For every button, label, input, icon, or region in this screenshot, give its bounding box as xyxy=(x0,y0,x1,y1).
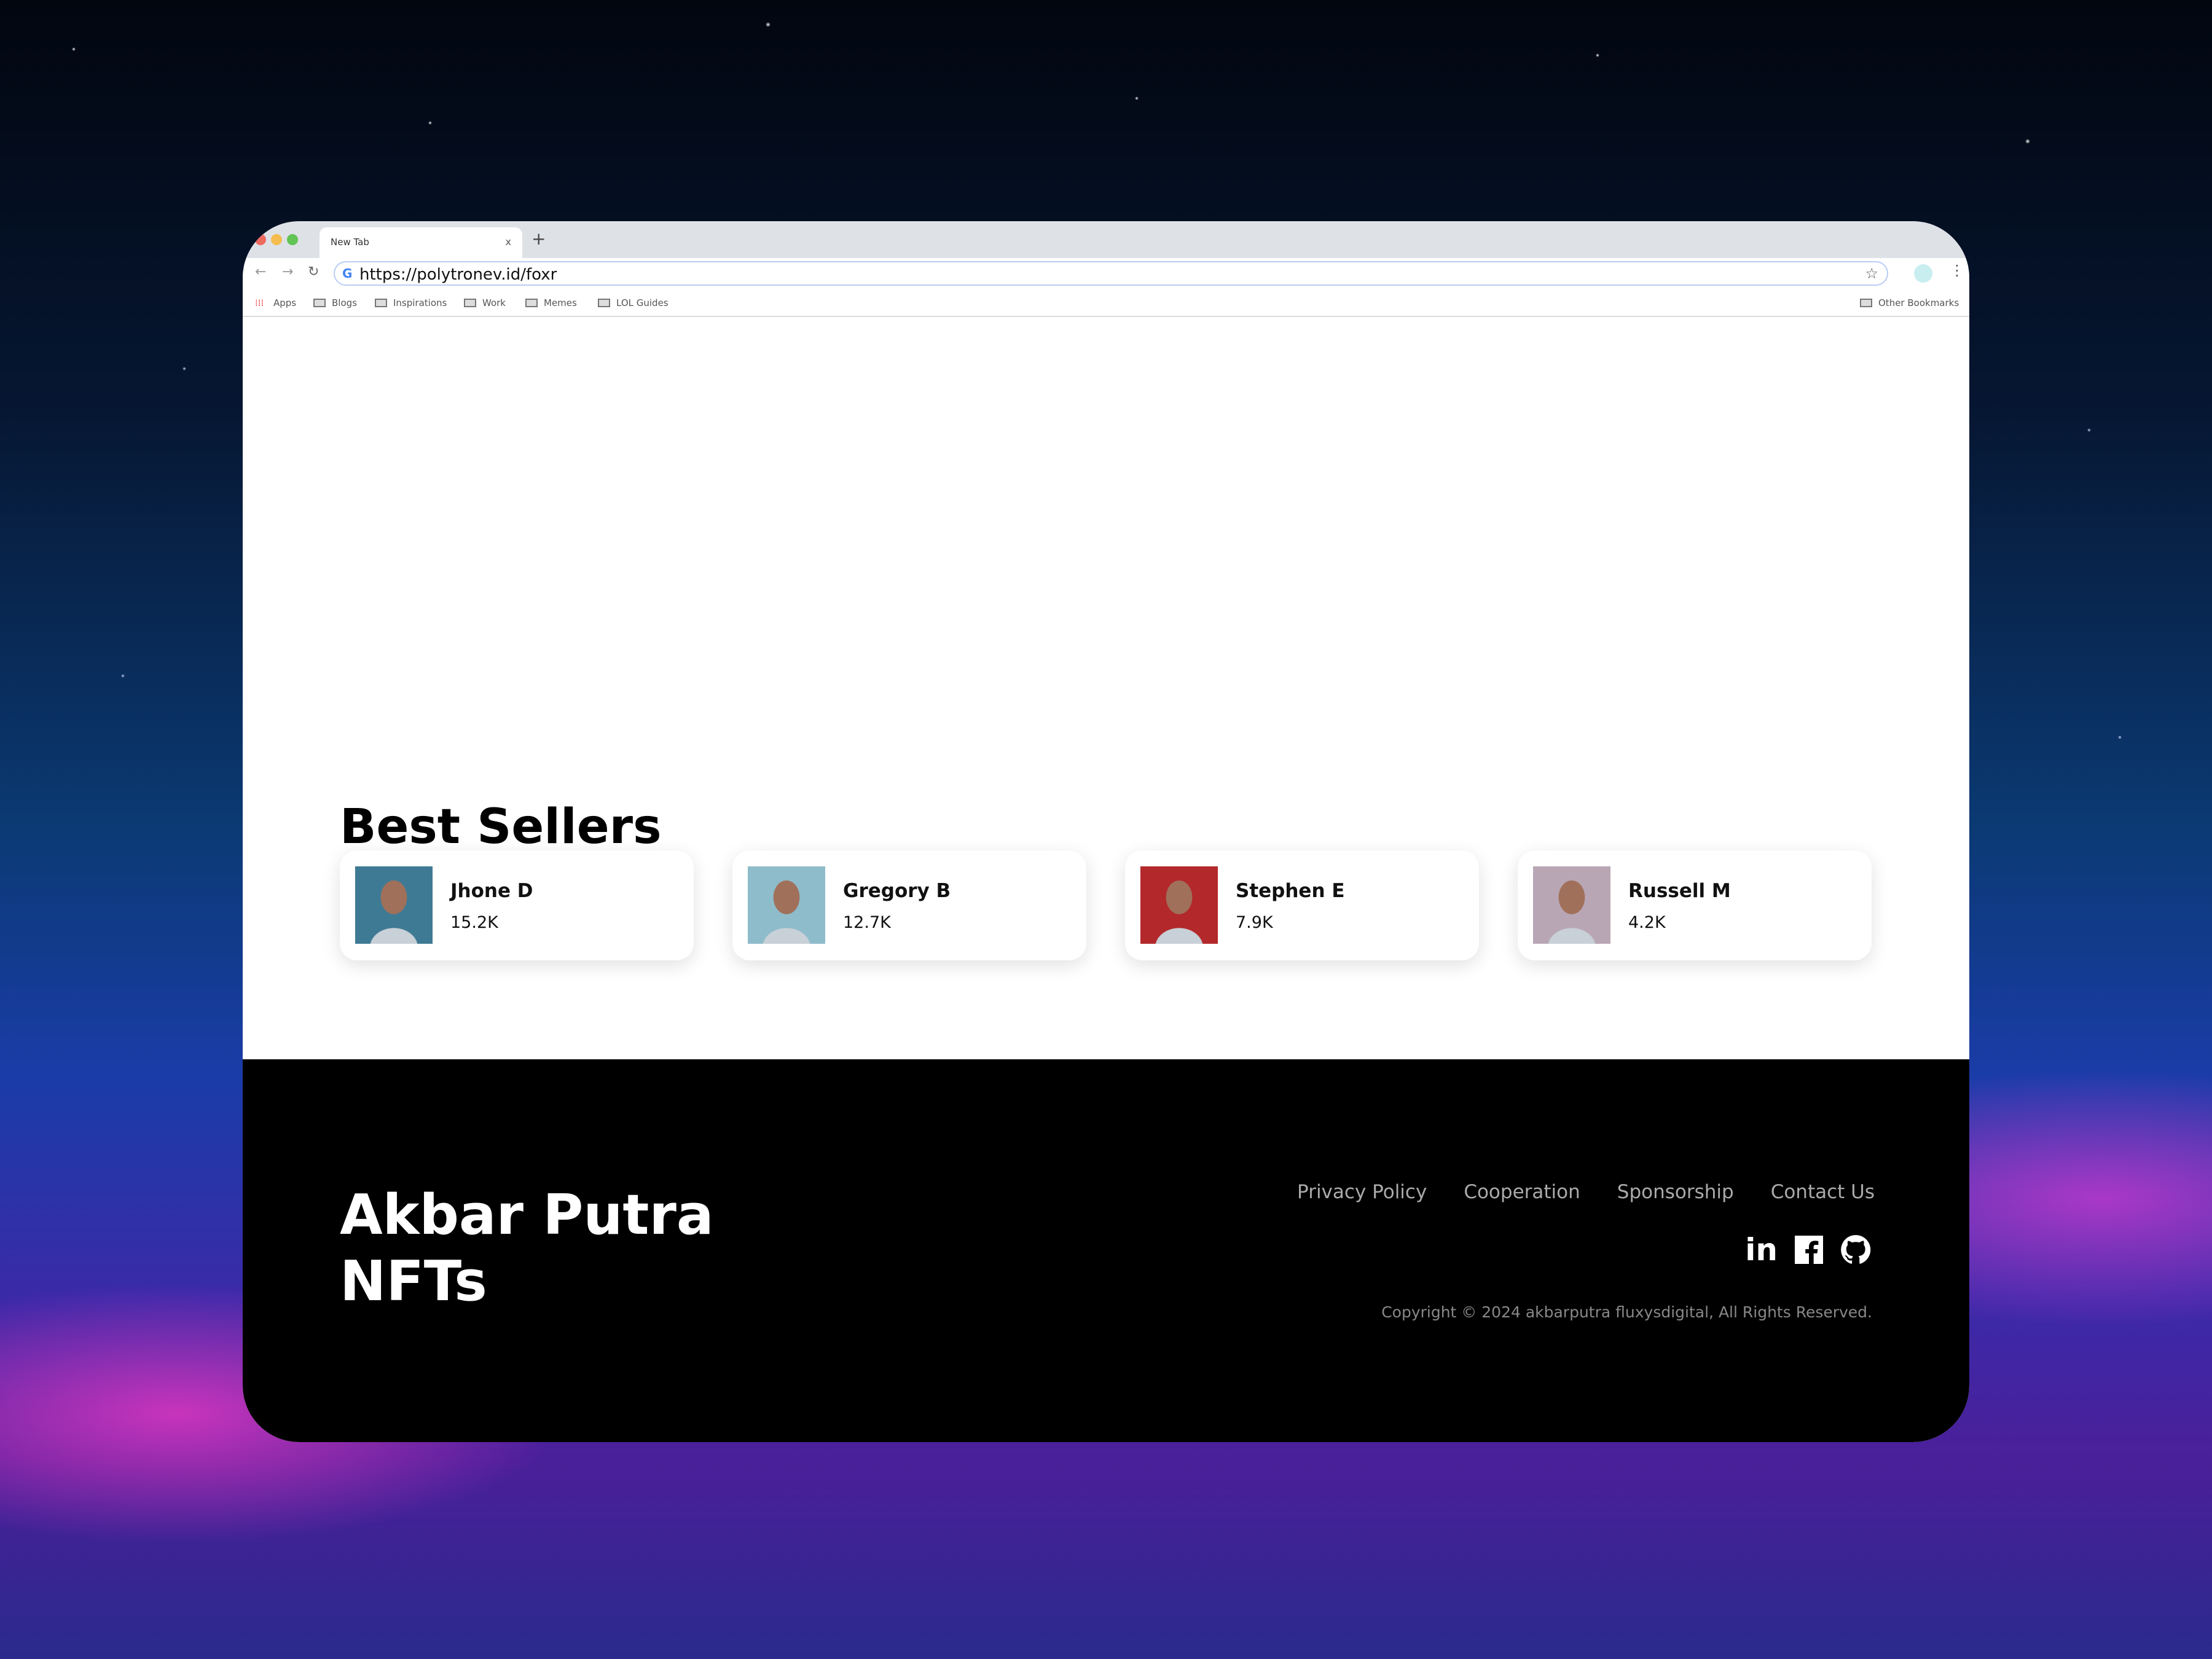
folder-icon xyxy=(525,299,538,307)
bookmark-star-icon[interactable]: ☆ xyxy=(1865,265,1878,282)
seller-card[interactable]: Gregory B 12.7K xyxy=(732,850,1086,960)
seller-avatar xyxy=(1140,866,1218,944)
seller-name: Russell M xyxy=(1628,880,1731,902)
sponsorship-link[interactable]: Sponsorship xyxy=(1617,1181,1734,1203)
folder-icon xyxy=(1860,299,1872,307)
social-icons: in xyxy=(1745,1234,1871,1265)
github-icon[interactable] xyxy=(1840,1234,1871,1265)
maximize-window-button[interactable] xyxy=(287,234,298,245)
menu-icon[interactable]: ⋮ xyxy=(1950,262,1964,279)
bookmark-inspirations[interactable]: Inspirations xyxy=(375,297,447,308)
contact-us-link[interactable]: Contact Us xyxy=(1771,1181,1875,1203)
footer-links: Privacy Policy Cooperation Sponsorship C… xyxy=(1297,1181,1875,1203)
facebook-icon[interactable] xyxy=(1795,1236,1823,1264)
bookmark-memes[interactable]: Memes xyxy=(525,297,577,308)
seller-avatar xyxy=(748,866,825,944)
seller-value: 7.9K xyxy=(1236,913,1273,932)
tab-title: New Tab xyxy=(331,237,369,248)
page-content: Best Sellers Jhone D 15.2K Gregory B 12.7K… xyxy=(243,317,1969,1057)
seller-name: Gregory B xyxy=(843,880,951,902)
seller-avatar xyxy=(1533,866,1610,944)
seller-name: Stephen E xyxy=(1236,880,1345,902)
address-bar[interactable]: Ghttps://polytronev.id/foxr ☆ xyxy=(334,261,1888,286)
linkedin-icon[interactable]: in xyxy=(1745,1234,1778,1265)
seller-card[interactable]: Russell M 4.2K xyxy=(1518,850,1872,960)
section-heading: Best Sellers xyxy=(340,799,662,855)
bookmark-blogs[interactable]: Blogs xyxy=(313,297,357,308)
seller-value: 12.7K xyxy=(843,913,891,932)
footer-brand: Akbar Putra NFTs xyxy=(340,1183,714,1314)
close-tab-icon[interactable]: x xyxy=(506,236,511,248)
bookmark-lol-guides[interactable]: LOL Guides xyxy=(598,297,669,308)
new-tab-button[interactable]: + xyxy=(531,229,546,249)
profile-avatar[interactable] xyxy=(1914,264,1932,283)
bookmark-apps[interactable]: Apps xyxy=(273,297,296,308)
apps-icon: ⁞⁞⁞ xyxy=(255,297,264,308)
close-window-button[interactable] xyxy=(255,234,266,245)
privacy-policy-link[interactable]: Privacy Policy xyxy=(1297,1181,1427,1203)
other-bookmarks[interactable]: Other Bookmarks xyxy=(1860,297,1959,308)
seller-value: 15.2K xyxy=(450,913,498,932)
address-row: ← → ↻ Ghttps://polytronev.id/foxr ☆ ⋮ xyxy=(243,258,1969,289)
minimize-window-button[interactable] xyxy=(271,234,282,245)
tab-bar: New Tab x + xyxy=(243,221,1969,258)
seller-name: Jhone D xyxy=(450,880,533,902)
url-text: https://polytronev.id/foxr xyxy=(359,265,557,284)
browser-window: New Tab x + ← → ↻ Ghttps://polytronev.id/… xyxy=(243,221,1969,1442)
bookmark-work[interactable]: Work xyxy=(464,297,506,308)
seller-value: 4.2K xyxy=(1628,913,1666,932)
seller-avatar xyxy=(355,866,433,944)
copyright-text: Copyright © 2024 akbarputra fluxysdigita… xyxy=(1381,1303,1872,1321)
folder-icon xyxy=(598,299,610,307)
seller-card[interactable]: Stephen E 7.9K xyxy=(1125,850,1479,960)
cooperation-link[interactable]: Cooperation xyxy=(1464,1181,1580,1203)
reload-icon[interactable]: ↻ xyxy=(308,264,319,280)
bookmarks-bar: ⁞⁞⁞ Apps Blogs Inspirations Work Memes L… xyxy=(243,289,1969,317)
tab-new-tab[interactable]: New Tab x xyxy=(320,227,522,258)
back-icon[interactable]: ← xyxy=(255,264,266,280)
google-icon: G xyxy=(342,266,353,281)
folder-icon xyxy=(375,299,387,307)
folder-icon xyxy=(464,299,476,307)
folder-icon xyxy=(313,299,326,307)
forward-icon[interactable]: → xyxy=(282,264,293,280)
seller-card[interactable]: Jhone D 15.2K xyxy=(340,850,694,960)
footer: Akbar Putra NFTs Privacy Policy Cooperati… xyxy=(243,1059,1969,1442)
